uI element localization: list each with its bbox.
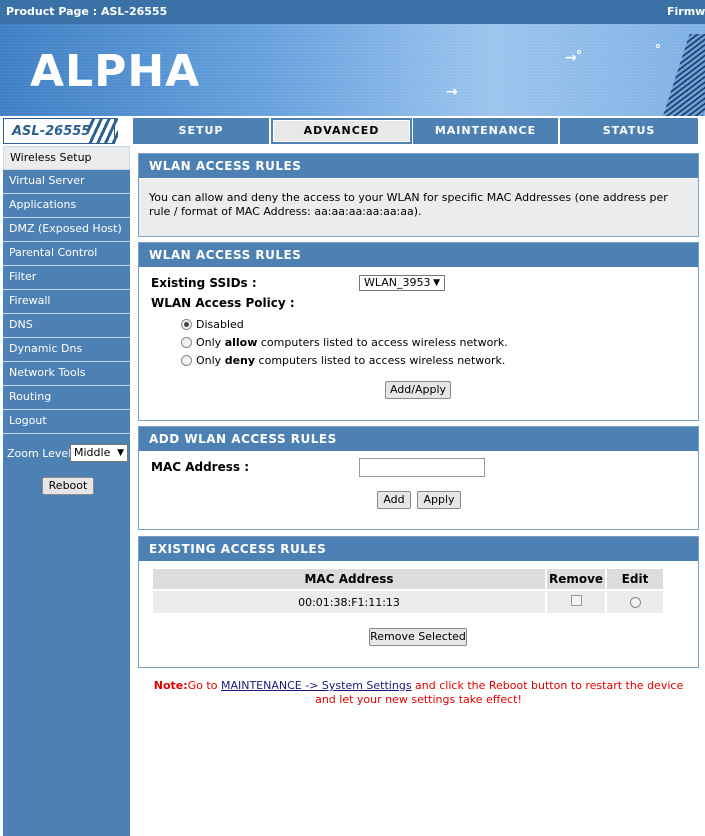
add-apply-button[interactable]: Add/Apply xyxy=(385,381,451,399)
sidebar-item-dns[interactable]: DNS xyxy=(3,314,130,338)
zoom-control: Zoom Level: Middle ▼ xyxy=(7,444,128,462)
zoom-level-value: Middle xyxy=(74,446,111,459)
sidebar-item-dynamic-dns[interactable]: Dynamic Dns xyxy=(3,338,130,362)
intro-text: You can allow and deny the access to you… xyxy=(139,178,698,236)
policy-option-allow[interactable]: Only allow computers listed to access wi… xyxy=(181,336,508,349)
rule-mac-address: 00:01:38:F1:11:13 xyxy=(153,591,545,613)
add-rule-panel: ADD WLAN ACCESS RULES MAC Address : Add … xyxy=(138,426,699,530)
arrow-right-icon: → xyxy=(565,50,577,66)
banner: ALPHA → → xyxy=(0,24,705,116)
zoom-label: Zoom Level: xyxy=(7,447,75,460)
column-mac-address: MAC Address xyxy=(153,569,545,589)
intro-panel-title: WLAN ACCESS RULES xyxy=(139,154,698,178)
column-remove: Remove xyxy=(547,569,605,589)
sidebar-item-filter[interactable]: Filter xyxy=(3,266,130,290)
note-line-2: and let your new settings take effect! xyxy=(315,693,522,706)
sparkle-icon xyxy=(656,44,660,48)
existing-rules-panel: EXISTING ACCESS RULES MAC Address Remove… xyxy=(138,536,699,668)
product-page-label: Product Page : ASL-26555 xyxy=(6,5,168,18)
firmware-label: Firmwa xyxy=(667,5,705,18)
table-row: 00:01:38:F1:11:13 xyxy=(153,591,663,613)
tab-setup[interactable]: SETUP xyxy=(133,118,270,144)
tab-status[interactable]: STATUS xyxy=(560,118,699,144)
zoom-level-select[interactable]: Middle ▼ xyxy=(70,444,128,462)
ssid-label: Existing SSIDs : xyxy=(151,276,257,290)
sidebar-item-logout[interactable]: Logout xyxy=(3,410,130,434)
edit-radio[interactable] xyxy=(629,596,641,608)
slash-decoration xyxy=(88,118,118,144)
ssid-value: WLAN_3953 xyxy=(364,276,431,289)
policy-disabled-label: Disabled xyxy=(196,318,244,331)
reboot-note: Note:Go to MAINTENANCE -> System Setting… xyxy=(153,679,684,706)
sidebar-item-parental-control[interactable]: Parental Control xyxy=(3,242,130,266)
radio-disabled[interactable] xyxy=(181,319,192,330)
access-policy-label: WLAN Access Policy : xyxy=(151,296,295,310)
top-bar: Product Page : ASL-26555 Firmwa xyxy=(0,0,705,24)
sidebar-item-firewall[interactable]: Firewall xyxy=(3,290,130,314)
policy-option-deny[interactable]: Only deny computers listed to access wir… xyxy=(181,354,505,367)
mac-address-label: MAC Address : xyxy=(151,460,249,474)
tab-advanced[interactable]: ADVANCED xyxy=(271,118,412,144)
tab-advanced-label: ADVANCED xyxy=(274,121,409,141)
add-rule-title: ADD WLAN ACCESS RULES xyxy=(139,427,698,451)
tab-maintenance[interactable]: MAINTENANCE xyxy=(413,118,559,144)
sidebar-item-applications[interactable]: Applications xyxy=(3,194,130,218)
radio-deny[interactable] xyxy=(181,355,192,366)
brand-logo: ALPHA xyxy=(30,46,201,97)
main-nav: ASL-26555 SETUP ADVANCED MAINTENANCE STA… xyxy=(0,116,705,146)
sidebar-item-dmz[interactable]: DMZ (Exposed Host) xyxy=(3,218,130,242)
sidebar-item-wireless-setup[interactable]: Wireless Setup xyxy=(3,146,130,170)
existing-rules-title: EXISTING ACCESS RULES xyxy=(139,537,698,561)
system-settings-link[interactable]: MAINTENANCE -> System Settings xyxy=(221,679,412,692)
sidebar: Wireless Setup Virtual Server Applicatio… xyxy=(3,146,130,836)
note-prefix: Note: xyxy=(153,679,188,692)
apply-button[interactable]: Apply xyxy=(417,491,461,509)
access-rules-panel: WLAN ACCESS RULES Existing SSIDs : WLAN_… xyxy=(138,242,699,421)
sparkle-icon xyxy=(577,50,581,54)
reboot-button[interactable]: Reboot xyxy=(42,477,94,495)
access-rules-title: WLAN ACCESS RULES xyxy=(139,243,698,267)
chevron-down-icon: ▼ xyxy=(117,448,124,458)
sidebar-item-network-tools[interactable]: Network Tools xyxy=(3,362,130,386)
remove-selected-button[interactable]: Remove Selected xyxy=(369,628,467,646)
mac-address-input[interactable] xyxy=(359,458,485,477)
rules-table: MAC Address Remove Edit 00:01:38:F1:11:1… xyxy=(151,567,665,615)
remove-checkbox[interactable] xyxy=(570,595,582,606)
sidebar-item-routing[interactable]: Routing xyxy=(3,386,130,410)
ssid-select[interactable]: WLAN_3953 ▼ xyxy=(359,275,445,291)
radio-allow[interactable] xyxy=(181,337,192,348)
column-edit: Edit xyxy=(607,569,663,589)
intro-panel: WLAN ACCESS RULES You can allow and deny… xyxy=(138,153,699,237)
arrow-right-icon: → xyxy=(446,84,458,100)
add-button[interactable]: Add xyxy=(377,491,411,509)
model-name: ASL-26555 xyxy=(12,124,91,139)
policy-option-disabled[interactable]: Disabled xyxy=(181,318,244,331)
sidebar-item-virtual-server[interactable]: Virtual Server xyxy=(3,170,130,194)
chevron-down-icon: ▼ xyxy=(433,278,440,288)
